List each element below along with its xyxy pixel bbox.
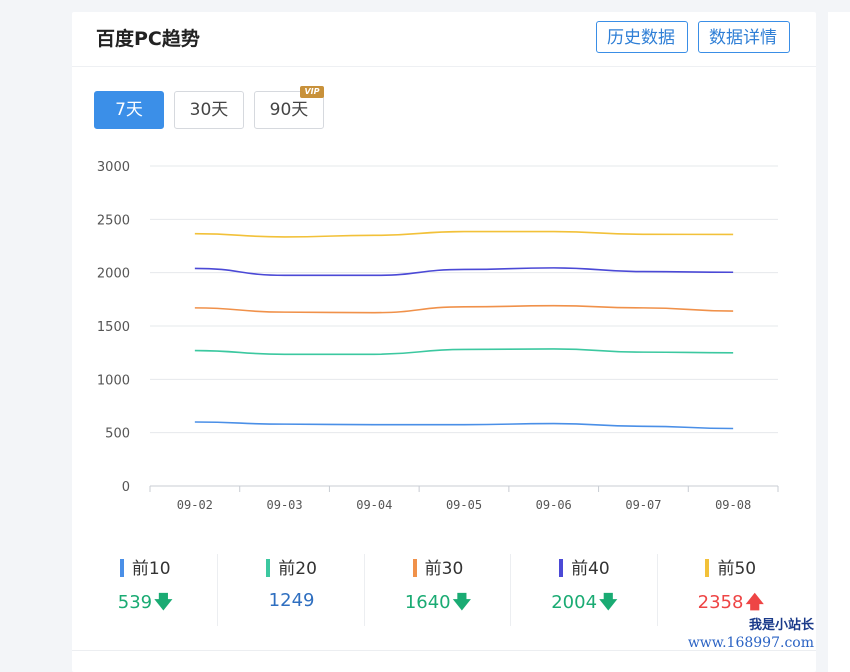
y-tick-label: 1500	[97, 320, 130, 335]
data-detail-button[interactable]: 数据详情	[698, 21, 790, 53]
card-title: 百度PC趋势	[96, 28, 200, 50]
y-tick-label: 0	[122, 480, 130, 495]
series-line-前50	[194, 230, 734, 238]
stat-label-text: 前20	[278, 559, 317, 579]
series-line-前10	[194, 421, 734, 430]
stat-value-text: 539	[117, 592, 153, 613]
arrow-down-icon: 🡇	[599, 592, 618, 613]
stat-value-text: 2358	[697, 592, 744, 613]
stat-item: 前40 2004 🡇	[511, 552, 658, 628]
stat-label-text: 前50	[717, 559, 757, 579]
history-data-button[interactable]: 历史数据	[596, 21, 688, 53]
stat-value: 2004 🡇	[511, 590, 657, 620]
stat-value: 539 🡇	[72, 590, 218, 620]
stat-value: 1640 🡇	[365, 590, 511, 620]
x-tick-label: 09-05	[446, 498, 482, 512]
legend-color-bar	[266, 559, 271, 577]
stat-item: 前20 1249	[218, 552, 365, 628]
stat-value-text: 1249	[268, 590, 315, 611]
watermark-title: 我是小站长	[748, 618, 814, 633]
legend-color-bar	[559, 559, 564, 577]
series-line-前40	[194, 267, 734, 277]
legend-color-bar	[119, 559, 124, 577]
x-tick-label: 09-02	[177, 498, 213, 512]
range-30-days-button[interactable]: 30天	[174, 91, 244, 129]
x-tick-label: 09-04	[356, 498, 392, 512]
arrow-down-icon: 🡇	[452, 592, 472, 613]
legend-color-bar	[705, 559, 710, 577]
stat-label: 前40	[511, 554, 657, 579]
adjacent-card	[828, 12, 850, 672]
stat-item: 前30 1640 🡇	[365, 552, 512, 628]
stat-label: 前10	[72, 554, 218, 579]
stat-label: 前30	[365, 554, 511, 579]
stat-value: 1249	[218, 590, 364, 611]
y-tick-label: 3000	[97, 160, 130, 175]
stat-item: 前10 539 🡇	[72, 552, 219, 628]
legend-color-bar	[412, 559, 417, 577]
x-tick-label: 09-07	[625, 498, 661, 512]
watermark: 我是小站长 www.168997.com	[688, 614, 814, 651]
stat-label-text: 前30	[424, 559, 464, 579]
trend-card: 百度PC趋势 历史数据 数据详情 7天 30天 90天 VIP 0 500 1000…	[72, 12, 816, 672]
watermark-url: www.168997.com	[687, 635, 814, 651]
y-tick-label: 500	[105, 427, 130, 442]
stat-label-text: 前40	[571, 559, 610, 579]
x-tick-label: 09-06	[536, 498, 572, 512]
stat-value-text: 2004	[551, 592, 598, 613]
stat-label-text: 前10	[131, 559, 171, 579]
x-tick-label: 09-08	[715, 498, 751, 512]
stat-label: 前20	[218, 554, 364, 579]
arrow-down-icon: 🡇	[154, 592, 173, 613]
range-7-days-button[interactable]: 7天	[94, 91, 164, 129]
x-tick-label: 09-03	[267, 498, 303, 512]
stat-value-text: 1640	[404, 592, 451, 613]
series-line-前30	[194, 304, 734, 314]
series-line-前20	[194, 348, 734, 356]
y-tick-label: 2000	[97, 267, 130, 282]
stat-label: 前50	[658, 554, 804, 579]
card-header: 百度PC趋势 历史数据 数据详情	[72, 12, 816, 67]
y-tick-label: 2500	[97, 213, 130, 228]
vip-badge: VIP	[300, 86, 324, 98]
y-tick-label: 1000	[97, 373, 130, 388]
trend-line-chart: 0 500 1000 1500 2000 2500 3000 09-02 09-03 09-04 0…	[97, 160, 779, 512]
